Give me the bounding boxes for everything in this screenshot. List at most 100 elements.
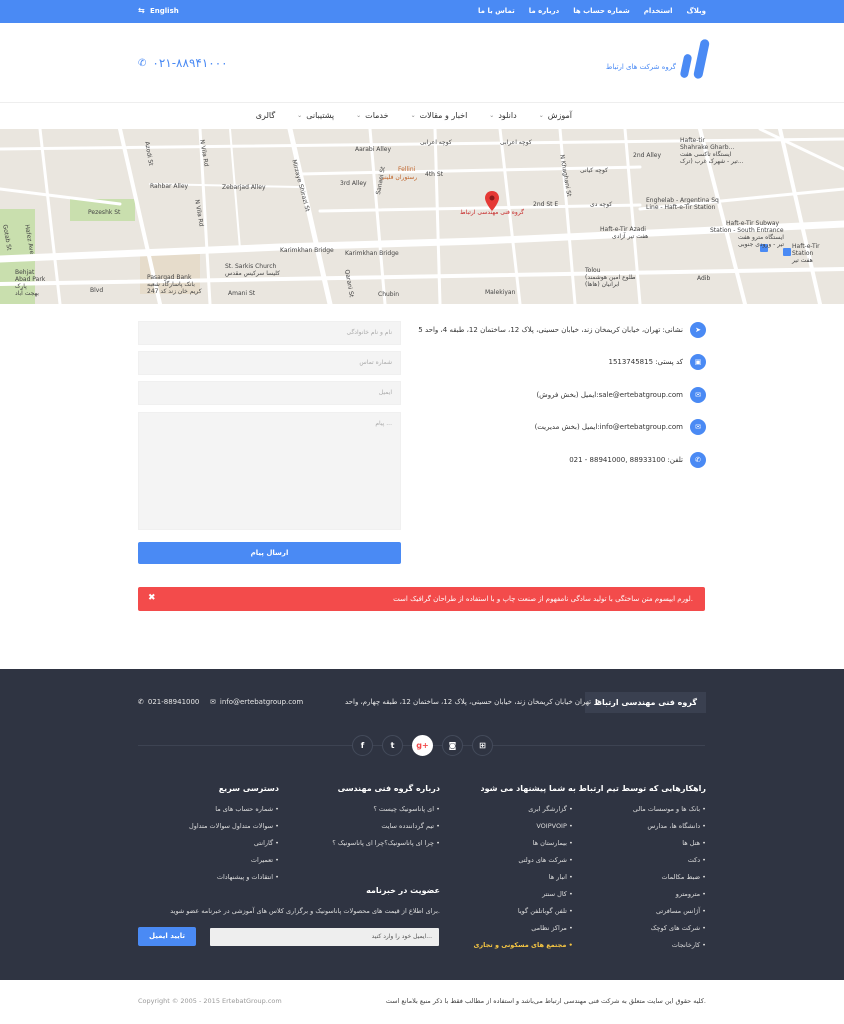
- list-item[interactable]: چرا ای پاناسونیک؟چرا ای پاناسونیک ؟: [332, 839, 440, 847]
- top-link-accounts[interactable]: شماره حساب ها: [573, 7, 630, 15]
- site-logo[interactable]: گروه شرکت های ارتباط: [606, 36, 711, 86]
- phone-icon: ✆: [138, 698, 144, 706]
- map-label: Adib: [697, 275, 711, 282]
- list-item[interactable]: شماره حساب های ما: [189, 805, 279, 813]
- send-message-button[interactable]: ارسال پیام: [138, 542, 401, 564]
- list-item[interactable]: شرکت های دولتی: [473, 856, 572, 864]
- map-label: 3rd Alley: [340, 180, 367, 187]
- chevron-down-icon: ⌄: [410, 112, 416, 119]
- map-label: Shahrake Gharb...: [680, 144, 735, 151]
- map-label: 2nd St E: [533, 201, 559, 208]
- map-label: ابرانیان (هاها): [585, 281, 620, 288]
- nav-item-news[interactable]: اخبار و مقالات ⌄: [411, 111, 468, 120]
- phone-icon: ✆: [138, 57, 148, 69]
- phone-icon: ✆: [690, 452, 706, 468]
- map-label: Haft-e-Tir Azadi: [600, 226, 646, 233]
- nav-item-gallery[interactable]: گالری: [256, 111, 275, 120]
- newsletter-email-input[interactable]: ایمیل خود را وارد کنید...: [210, 928, 439, 946]
- map-label: Enghelab - Argentina Sq: [646, 197, 719, 204]
- list-item[interactable]: گارانتی: [189, 839, 279, 847]
- close-icon[interactable]: ✖: [148, 593, 156, 603]
- contact-email-sales-text[interactable]: ایمیل (بخش فروش):sale@ertebatgroup.com: [536, 391, 683, 399]
- nav-item-download[interactable]: دانلود ⌄: [489, 111, 516, 120]
- map-label: Station: [792, 250, 814, 257]
- top-link-blog[interactable]: وبلاگ: [687, 7, 706, 15]
- list-item[interactable]: مترومترو: [633, 890, 706, 898]
- location-map[interactable]: گروه فنی مهندسی ارتباط کوچه اعرابی کوچه …: [0, 129, 844, 304]
- map-label: Pezeshk St: [88, 209, 121, 216]
- nav-item-services[interactable]: خدمات ⌄: [356, 111, 388, 120]
- map-label: کوچه دی: [590, 201, 613, 208]
- list-item[interactable]: شرکت های کوچک: [633, 924, 706, 932]
- map-label: St. Sarkis Church: [225, 263, 277, 270]
- map-marker-icon[interactable]: [485, 191, 499, 211]
- footer-quick-access: دسترسی سریع شماره حساب های ما سوالات متد…: [189, 784, 279, 890]
- contact-phone: ✆ تلفن: 88933100 ,88941000 - 021: [569, 452, 706, 468]
- map-label: Abad Park: [15, 276, 46, 283]
- top-link-contact[interactable]: تماس با ما: [478, 7, 515, 15]
- list-item[interactable]: آژانس مسافرتی: [633, 907, 706, 915]
- list-item[interactable]: کارخانجات: [633, 941, 706, 949]
- list-item[interactable]: هتل ها: [633, 839, 706, 847]
- nav-item-support[interactable]: پشتیبانی ⌄: [297, 111, 334, 120]
- top-link-careers[interactable]: استخدام: [644, 7, 673, 15]
- list-item[interactable]: ای پاناسونیک چیست ؟: [332, 805, 440, 813]
- location-arrow-icon: ➤: [596, 698, 602, 706]
- language-switch[interactable]: ⇆ English: [138, 7, 179, 16]
- map-label: کوچه اعرابی: [500, 139, 532, 146]
- list-item[interactable]: تلفن گوباتلفن گویا: [473, 907, 572, 915]
- chevron-down-icon: ⌄: [356, 112, 362, 119]
- top-link-about[interactable]: درباره ما: [529, 7, 559, 15]
- map-label: Malekiyan: [485, 289, 516, 296]
- google-plus-icon[interactable]: g+: [412, 735, 433, 756]
- name-field[interactable]: نام و نام خانوادگی: [138, 321, 401, 345]
- newsletter-title: عضویت در خبرنامه: [366, 886, 440, 895]
- list-item[interactable]: بیمارستان ها: [473, 839, 572, 847]
- email-field[interactable]: ایمیل: [138, 381, 401, 405]
- map-label: کوچه کیانی: [580, 167, 608, 174]
- chevron-down-icon: ⌄: [297, 112, 303, 119]
- map-label: Karimkhan Bridge: [345, 250, 399, 257]
- footer-quick-title: دسترسی سریع: [218, 784, 279, 793]
- contact-address: ➤ نشانی: تهران، خیابان کریمخان زند، خیاب…: [418, 322, 706, 338]
- message-field[interactable]: پیام ...: [138, 412, 401, 530]
- map-label: Haft-e-Tir: [792, 243, 820, 250]
- map-label: Station - South Entrance: [710, 227, 784, 234]
- nav-item-training[interactable]: آموزش ⌄: [539, 111, 572, 120]
- list-item[interactable]: دانشگاه ها، مدارس: [633, 822, 706, 830]
- nav-item-label: گالری: [255, 111, 276, 120]
- contact-email-admin: ✉ ایمیل (بخش مدیریت):info@ertebatgroup.c…: [535, 419, 706, 435]
- list-item[interactable]: ضبط مکالمات: [633, 873, 706, 881]
- list-item[interactable]: تیم گردانندده سایت: [332, 822, 440, 830]
- twitter-icon[interactable]: t: [382, 735, 403, 756]
- footer-brand: گروه فنی مهندسی ارتباط: [584, 692, 706, 713]
- contact-email-admin-text[interactable]: ایمیل (بخش مدیریت):info@ertebatgroup.com: [535, 423, 683, 431]
- list-item[interactable]: دکت: [633, 856, 706, 864]
- list-item[interactable]: مراکز نظامی: [473, 924, 572, 932]
- map-label: 2nd Alley: [633, 152, 662, 159]
- phone-field[interactable]: شماره تماس: [138, 351, 401, 375]
- nav-item-label: اخبار و مقالات: [419, 111, 468, 120]
- bottom-bar: کلیه حقوق این سایت متعلق به شرکت فنی مهن…: [0, 980, 844, 1024]
- top-bar: ⇆ English وبلاگ استخدام شماره حساب ها در…: [0, 0, 844, 23]
- nav-item-label: دانلود: [498, 111, 517, 120]
- newsletter-submit-button[interactable]: تایید ایمیل: [138, 927, 196, 946]
- list-item[interactable]: انتقادات و پیشنهادات: [189, 873, 279, 881]
- list-item[interactable]: بانک ها و موسسات مالی: [633, 805, 706, 813]
- instagram-icon[interactable]: ◙: [442, 735, 463, 756]
- map-label: کلیسا سرکیس مقدس: [225, 270, 281, 277]
- list-item[interactable]: VOIPVOIP: [473, 822, 572, 830]
- list-item[interactable]: گزارشگر ابری: [473, 805, 572, 813]
- contact-email-sales: ✉ ایمیل (بخش فروش):sale@ertebatgroup.com: [536, 387, 706, 403]
- windows-icon[interactable]: ⊞: [472, 735, 493, 756]
- facebook-icon[interactable]: f: [352, 735, 373, 756]
- map-marker-label: گروه فنی مهندسی ارتباط: [460, 209, 524, 216]
- envelope-icon: ✉: [690, 419, 706, 435]
- list-item[interactable]: تعمیرات: [189, 856, 279, 864]
- list-item[interactable]: کال سنتر: [473, 890, 572, 898]
- list-item[interactable]: سوالات متداول سوالات متداول: [189, 822, 279, 830]
- map-label: Pasargad Bank: [147, 274, 192, 281]
- list-item[interactable]: انبار ها: [473, 873, 572, 881]
- list-item-highlighted[interactable]: مجتمع های مسکونی و تجاری: [473, 941, 572, 949]
- footer-email[interactable]: ✉ info@ertebatgroup.com: [210, 698, 303, 706]
